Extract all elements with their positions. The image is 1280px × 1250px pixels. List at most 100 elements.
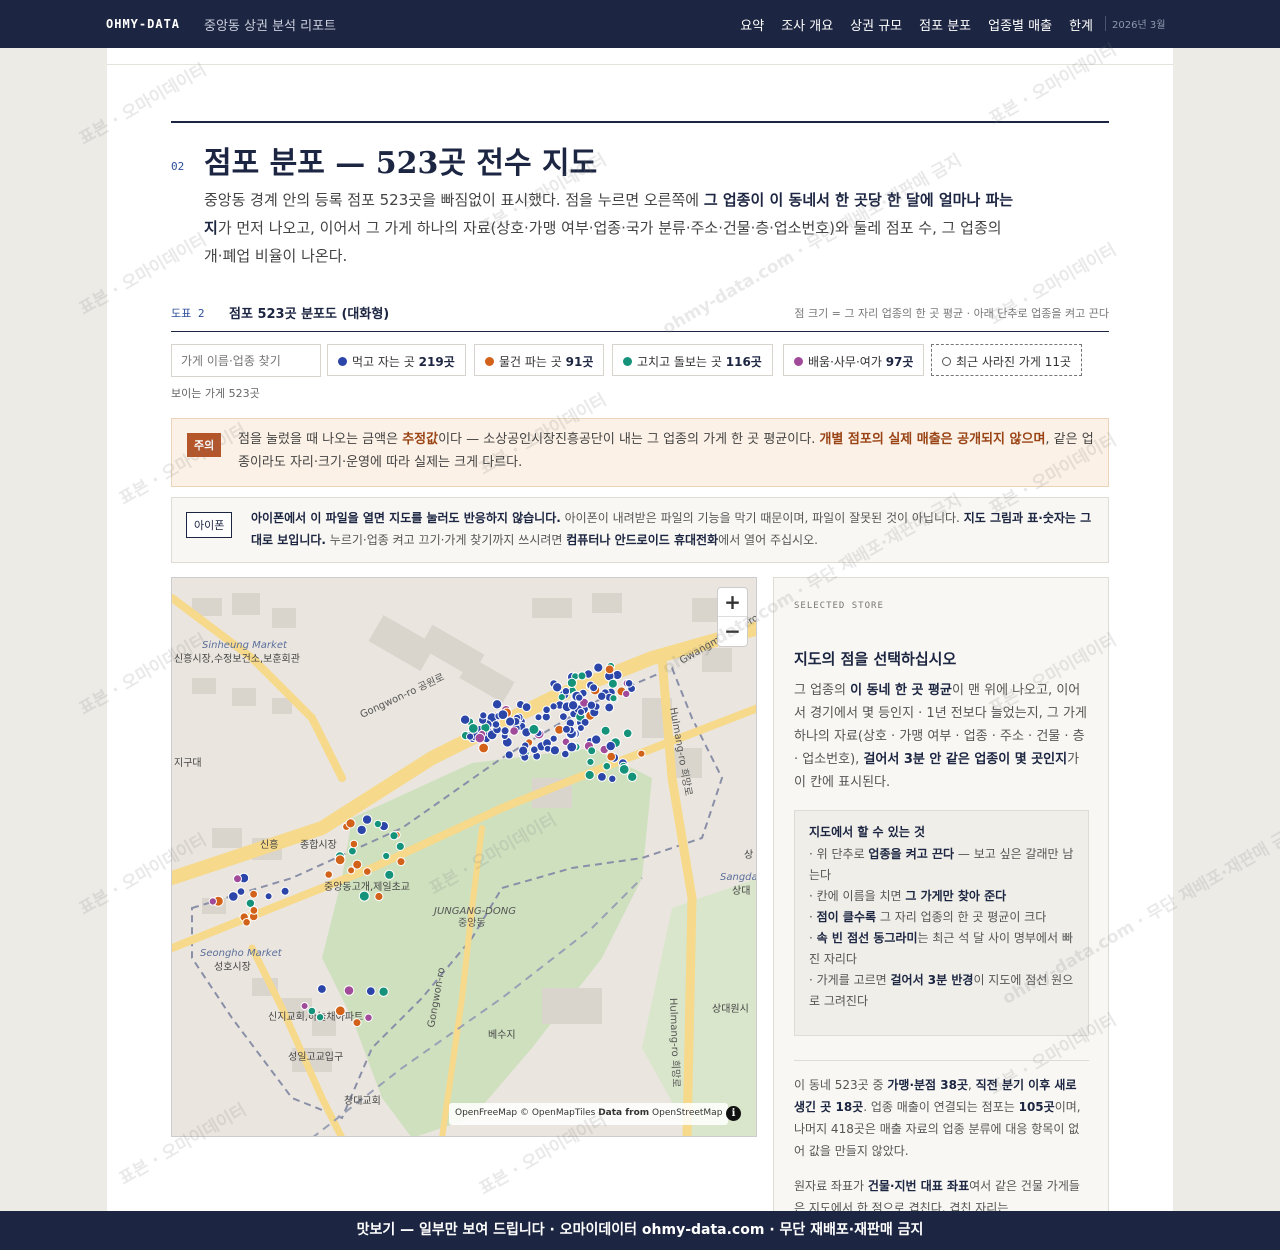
store-dot[interactable]	[334, 854, 346, 866]
store-dot[interactable]	[236, 887, 246, 896]
store-dot[interactable]	[389, 831, 399, 841]
store-dot[interactable]	[343, 985, 355, 996]
store-dot[interactable]	[586, 700, 597, 710]
store-dot[interactable]	[609, 694, 618, 703]
store-dot[interactable]	[363, 867, 372, 876]
store-dot[interactable]	[228, 891, 239, 902]
store-dot[interactable]	[491, 699, 503, 710]
store-dot[interactable]	[505, 716, 516, 727]
store-dot[interactable]	[586, 757, 595, 766]
store-dot[interactable]	[478, 742, 490, 754]
store-dot[interactable]	[358, 890, 370, 902]
store-dot[interactable]	[534, 713, 543, 722]
nav-summary[interactable]: 요약	[740, 15, 764, 34]
store-dot[interactable]	[364, 1013, 373, 1022]
store-dot[interactable]	[622, 728, 633, 739]
filter-chip-closed-stores[interactable]: 최근 사라진 가게 11곳	[931, 344, 1083, 376]
store-dot[interactable]	[373, 819, 383, 829]
store-dot[interactable]	[500, 726, 510, 736]
nav-limitations[interactable]: 한계	[1069, 15, 1093, 34]
store-dot[interactable]	[589, 683, 599, 693]
store-dot[interactable]	[566, 741, 578, 753]
nav-survey-overview[interactable]: 조사 개요	[781, 15, 833, 34]
filter-chip-education-office-leisure[interactable]: 배움·사무·여가 97곳	[783, 344, 925, 376]
store-dot[interactable]	[597, 691, 607, 701]
store-dot[interactable]	[324, 870, 333, 879]
store-dot[interactable]	[509, 726, 519, 736]
store-dot[interactable]	[627, 771, 638, 783]
store-dot[interactable]	[300, 1002, 309, 1010]
store-dot[interactable]	[604, 664, 615, 675]
store-dot[interactable]	[233, 874, 242, 884]
store-dot[interactable]	[607, 678, 618, 689]
nav-store-distribution[interactable]: 점포 분포	[919, 15, 971, 34]
store-dot[interactable]	[605, 740, 616, 752]
zoom-out-button[interactable]: −	[718, 617, 747, 646]
filter-chip-food-lodging[interactable]: 먹고 자는 곳 219곳	[327, 344, 466, 376]
store-dot[interactable]	[566, 677, 577, 689]
store-dot[interactable]	[459, 714, 471, 725]
store-dot[interactable]	[591, 734, 602, 745]
store-dot[interactable]	[552, 682, 563, 693]
store-dot[interactable]	[479, 711, 488, 720]
zoom-in-button[interactable]: +	[718, 588, 747, 617]
brand-logo[interactable]: OHMY-DATA	[106, 17, 180, 31]
map-canvas[interactable]: Sinheung Market 신흥시장,수정보건소,보훈회관 Gongwon-…	[172, 578, 757, 1137]
nav-sales-by-industry[interactable]: 업종별 매출	[988, 15, 1052, 34]
store-search-input[interactable]	[171, 344, 321, 377]
store-dot[interactable]	[396, 857, 406, 867]
store-dot[interactable]	[577, 671, 587, 681]
store-dot[interactable]	[518, 745, 529, 756]
store-dot[interactable]	[600, 725, 611, 736]
store-dot[interactable]	[249, 906, 259, 915]
store-dot[interactable]	[602, 761, 612, 771]
store-dot[interactable]	[315, 1013, 325, 1022]
store-dot[interactable]	[374, 891, 384, 902]
store-dot[interactable]	[249, 889, 258, 899]
store-dot[interactable]	[604, 702, 615, 713]
filter-chip-retail[interactable]: 물건 파는 곳 91곳	[474, 344, 605, 376]
store-dot[interactable]	[349, 839, 359, 849]
store-dot[interactable]	[356, 824, 367, 836]
store-dot[interactable]	[606, 751, 617, 762]
store-dot[interactable]	[317, 984, 327, 994]
store-dot[interactable]	[395, 841, 405, 851]
store-dot[interactable]	[352, 1018, 362, 1028]
store-dot[interactable]	[587, 746, 597, 756]
store-dot[interactable]	[264, 892, 273, 901]
store-dot[interactable]	[577, 708, 585, 716]
store-dot[interactable]	[549, 745, 560, 756]
store-dot[interactable]	[208, 897, 217, 906]
store-dot[interactable]	[382, 851, 391, 861]
store-dot[interactable]	[576, 724, 585, 732]
store-dot[interactable]	[365, 986, 376, 997]
store-dot[interactable]	[467, 723, 479, 734]
store-dot[interactable]	[561, 687, 571, 696]
store-distribution-map[interactable]: Sinheung Market 신흥시장,수정보건소,보훈회관 Gongwon-…	[171, 577, 757, 1137]
store-dot[interactable]	[345, 818, 356, 829]
store-dot[interactable]	[530, 745, 539, 754]
store-dot[interactable]	[280, 886, 290, 896]
store-dot[interactable]	[361, 814, 373, 825]
store-dot[interactable]	[384, 869, 395, 880]
store-dot[interactable]	[466, 732, 475, 741]
info-icon[interactable]: i	[726, 1106, 741, 1121]
store-dot[interactable]	[618, 764, 630, 775]
store-dot[interactable]	[307, 1006, 317, 1016]
store-dot[interactable]	[584, 769, 595, 781]
nav-market-size[interactable]: 상권 규모	[850, 15, 902, 34]
store-dot[interactable]	[334, 1005, 346, 1017]
store-dot[interactable]	[378, 986, 389, 997]
store-dot[interactable]	[242, 918, 251, 927]
store-dot[interactable]	[624, 679, 634, 688]
store-dot[interactable]	[497, 709, 509, 721]
store-dot[interactable]	[474, 732, 486, 744]
store-dot[interactable]	[608, 774, 617, 784]
store-dot[interactable]	[597, 772, 607, 782]
store-dot[interactable]	[562, 724, 571, 734]
store-dot[interactable]	[549, 702, 558, 711]
map-attribution[interactable]: OpenFreeMap © OpenMapTiles Data from Ope…	[449, 1103, 729, 1125]
store-dot[interactable]	[567, 700, 579, 711]
store-dot[interactable]	[348, 846, 357, 856]
store-dot[interactable]	[542, 705, 551, 715]
